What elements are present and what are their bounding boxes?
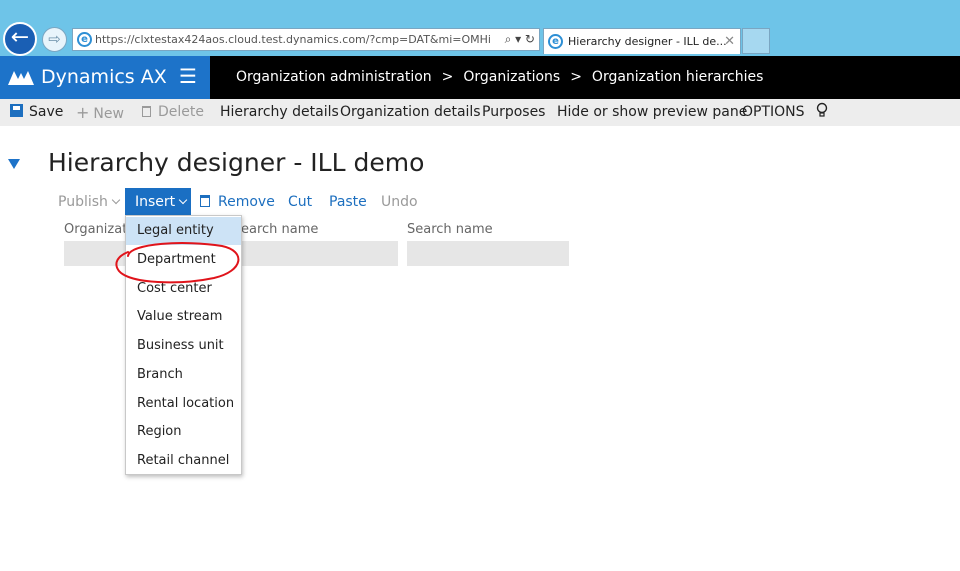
organization-field-label: Organizati: [64, 222, 131, 237]
chevron-down-icon: [178, 195, 188, 205]
organization-field[interactable]: [64, 241, 126, 266]
breadcrumb-separator: >: [441, 69, 454, 85]
tab-title: Hierarchy designer - ILL de...: [568, 35, 727, 48]
menu-item-legal-entity[interactable]: Legal entity: [126, 217, 241, 245]
menu-item-cost-center[interactable]: Cost center: [126, 275, 241, 303]
delete-button[interactable]: Delete: [142, 99, 204, 126]
cut-button[interactable]: Cut: [288, 188, 312, 216]
trash-icon: [200, 195, 210, 207]
insert-menu: Legal entity Department Cost center Valu…: [125, 215, 242, 475]
dynamics-logo-icon: [8, 71, 34, 85]
hierarchy-details-button[interactable]: Hierarchy details: [220, 99, 339, 126]
options-tab[interactable]: OPTIONS: [742, 99, 805, 126]
breadcrumb-item[interactable]: Organizations: [463, 69, 560, 85]
ie-icon: e: [77, 32, 92, 47]
menu-item-value-stream[interactable]: Value stream: [126, 303, 241, 331]
page-title: Hierarchy designer - ILL demo: [48, 148, 425, 177]
hamburger-menu-icon[interactable]: ☰: [166, 56, 210, 99]
search-name-label: Search name: [407, 222, 493, 237]
search-name-field[interactable]: [407, 241, 569, 266]
ie-icon: e: [548, 34, 563, 49]
brand-name: Dynamics AX: [41, 66, 167, 88]
remove-button[interactable]: Remove: [200, 188, 275, 216]
menu-item-branch[interactable]: Branch: [126, 361, 241, 389]
insert-button[interactable]: Insert: [125, 188, 191, 215]
save-icon: [10, 104, 23, 117]
browser-toolbar: ← ⇨ e https://clxtestax424aos.cloud.test…: [0, 0, 960, 56]
organization-details-button[interactable]: Organization details: [340, 99, 481, 126]
breadcrumb: Organization administration > Organization…: [236, 56, 763, 99]
forward-arrow-icon[interactable]: ⇨: [42, 27, 67, 52]
search-name-field[interactable]: [241, 241, 398, 266]
plus-icon: +: [76, 103, 90, 122]
undo-button[interactable]: Undo: [381, 188, 418, 216]
purposes-button[interactable]: Purposes: [482, 99, 545, 126]
menu-item-retail-channel[interactable]: Retail channel: [126, 447, 241, 475]
url-text: https://clxtestax424aos.cloud.test.dynam…: [95, 33, 491, 46]
address-bar[interactable]: e https://clxtestax424aos.cloud.test.dyn…: [72, 28, 540, 51]
search-refresh-icons[interactable]: ⌕ ▾ ↻: [505, 29, 535, 50]
paste-button[interactable]: Paste: [329, 188, 367, 216]
lightbulb-icon[interactable]: [816, 99, 828, 126]
menu-item-department[interactable]: Department: [126, 246, 241, 274]
breadcrumb-separator: >: [570, 69, 582, 85]
menu-item-region[interactable]: Region: [126, 418, 241, 446]
search-name-label: earch name: [241, 222, 319, 237]
close-icon[interactable]: ✕: [724, 29, 735, 54]
menu-item-rental-location[interactable]: Rental location: [126, 390, 241, 418]
save-button[interactable]: Save: [10, 99, 63, 126]
back-arrow-icon[interactable]: ←: [3, 22, 37, 56]
breadcrumb-item[interactable]: Organization administration: [236, 69, 432, 85]
trash-icon: [142, 106, 151, 117]
browser-tab[interactable]: e Hierarchy designer - ILL de... ✕: [543, 28, 741, 54]
menu-item-business-unit[interactable]: Business unit: [126, 332, 241, 360]
new-tab-button[interactable]: [742, 28, 770, 54]
chevron-down-icon: [111, 195, 121, 205]
filter-icon[interactable]: [8, 159, 20, 169]
breadcrumb-item[interactable]: Organization hierarchies: [592, 69, 763, 85]
new-button[interactable]: + New: [76, 99, 124, 128]
publish-button[interactable]: Publish: [58, 188, 121, 216]
action-pane: Save + New Delete Hierarchy details Organ…: [0, 99, 960, 126]
app-navbar: Dynamics AX ☰ Organization administratio…: [0, 56, 960, 99]
hide-preview-button[interactable]: Hide or show preview pane: [557, 99, 747, 126]
